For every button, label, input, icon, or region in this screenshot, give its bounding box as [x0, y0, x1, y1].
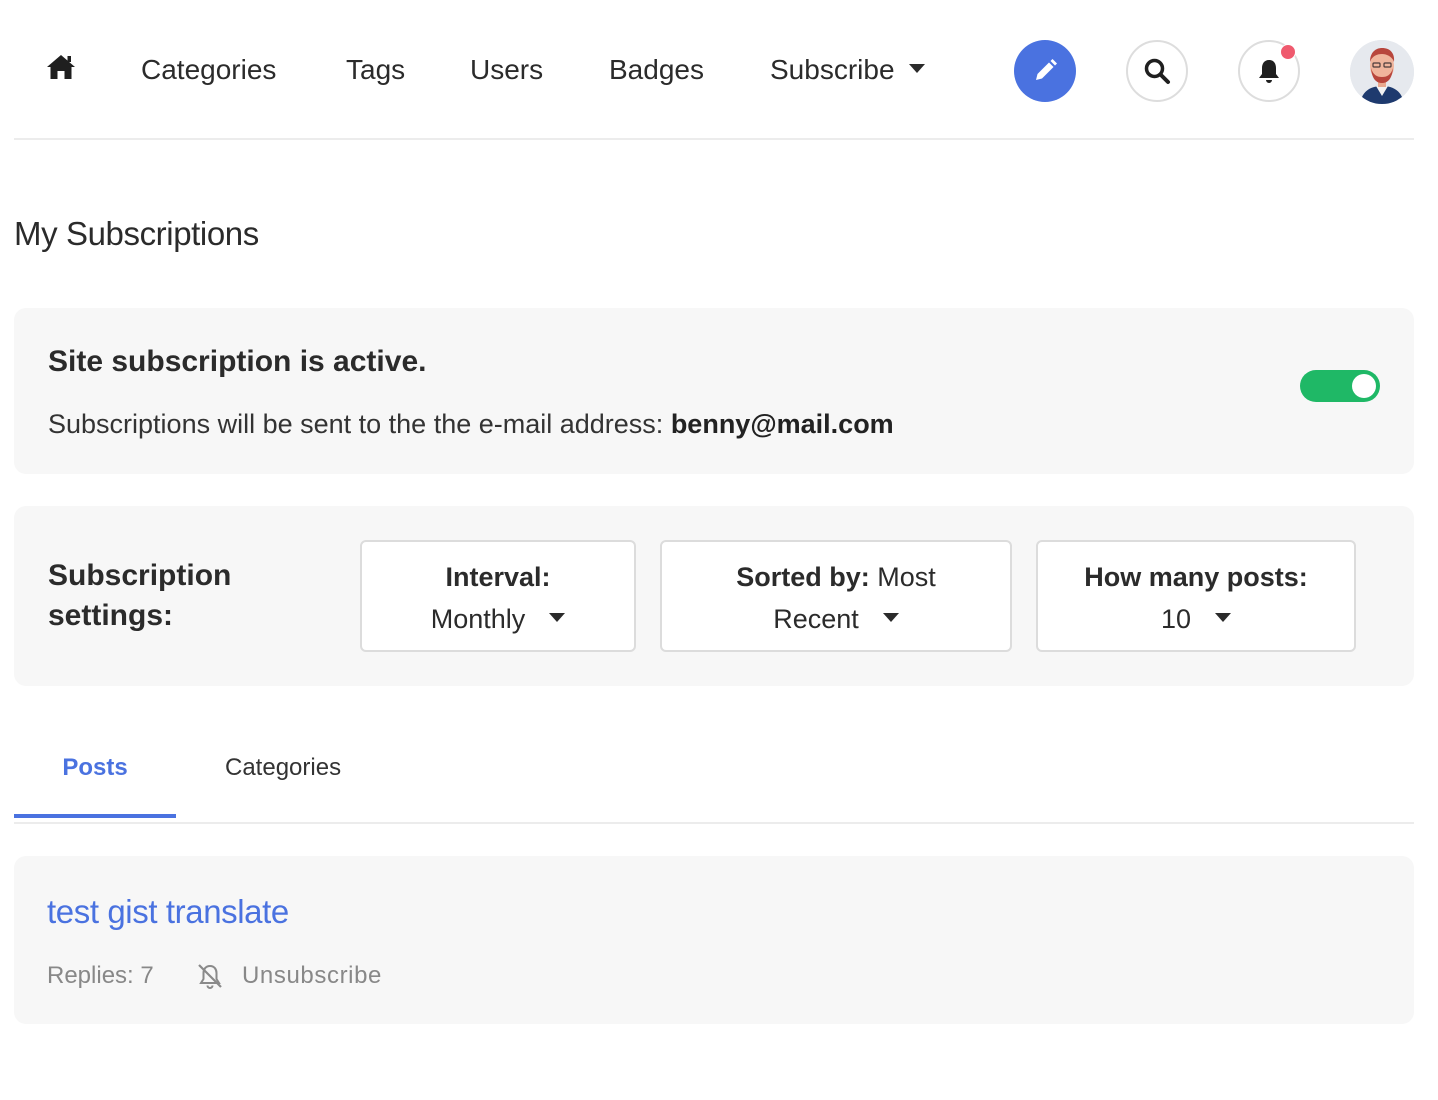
bell-slash-icon: [198, 964, 222, 989]
notifications-button[interactable]: [1238, 40, 1300, 102]
subscription-toggle[interactable]: [1300, 370, 1380, 402]
nav-link-categories[interactable]: Categories: [141, 50, 276, 90]
how-many-posts-select[interactable]: How many posts: 10: [1036, 540, 1356, 652]
sorted-by-label: Sorted by:: [736, 562, 870, 592]
search-icon: [1144, 58, 1170, 84]
caret-down-icon: [882, 613, 899, 623]
top-navbar: Categories Tags Users Badges Subscribe: [14, 0, 1414, 140]
interval-value: Monthly: [430, 604, 526, 634]
search-button[interactable]: [1126, 40, 1188, 102]
subscription-tabs: Posts Categories: [14, 740, 1414, 824]
caret-down-icon: [1215, 613, 1232, 623]
settings-label: Subscription settings:: [48, 559, 232, 632]
how-many-posts-value: 10: [1160, 604, 1192, 634]
how-many-posts-label: How many posts:: [1084, 562, 1308, 592]
toggle-knob: [1352, 374, 1376, 398]
unsubscribe-button[interactable]: Unsubscribe: [194, 956, 382, 996]
nav-subscribe-dropdown[interactable]: Subscribe: [770, 50, 925, 90]
caret-down-icon: [549, 613, 566, 623]
tab-posts[interactable]: Posts: [14, 748, 176, 818]
home-icon[interactable]: [44, 50, 78, 84]
subscription-email-text: Subscriptions will be sent to the the e-…: [48, 404, 894, 444]
post-replies-count: Replies: 7: [47, 962, 154, 989]
nav-link-tags[interactable]: Tags: [346, 50, 405, 90]
subscription-email: benny@mail.com: [670, 409, 894, 439]
tab-categories[interactable]: Categories: [225, 748, 341, 820]
notification-dot: [1280, 44, 1296, 60]
interval-select[interactable]: Interval: Monthly: [360, 540, 636, 652]
subscription-settings-card: Subscription settings: Interval: Monthly…: [14, 506, 1414, 686]
interval-label: Interval:: [445, 562, 551, 592]
new-post-button[interactable]: [1014, 40, 1076, 102]
avatar[interactable]: [1350, 40, 1414, 104]
page-title: My Subscriptions: [14, 215, 259, 252]
sorted-by-select[interactable]: Sorted by: Most Recent: [660, 540, 1012, 652]
pencil-icon: [1036, 59, 1057, 80]
site-subscription-card: Site subscription is active. Subscriptio…: [14, 308, 1414, 474]
nav-subscribe-label: Subscribe: [770, 54, 895, 85]
unsubscribe-label: Unsubscribe: [242, 962, 382, 989]
subscription-status-title: Site subscription is active.: [48, 345, 427, 378]
sorted-by-value-second: Recent: [773, 604, 859, 634]
sorted-by-value-first: Most: [877, 562, 936, 592]
nav-link-users[interactable]: Users: [470, 50, 543, 90]
post-title-link[interactable]: test gist translate: [47, 890, 289, 934]
caret-down-icon: [908, 64, 925, 74]
nav-link-badges[interactable]: Badges: [609, 50, 704, 90]
bell-icon: [1259, 60, 1279, 83]
list-item: test gist translate Replies: 7 Unsubscri…: [14, 856, 1414, 1024]
subscription-description: Subscriptions will be sent to the the e-…: [48, 409, 671, 439]
